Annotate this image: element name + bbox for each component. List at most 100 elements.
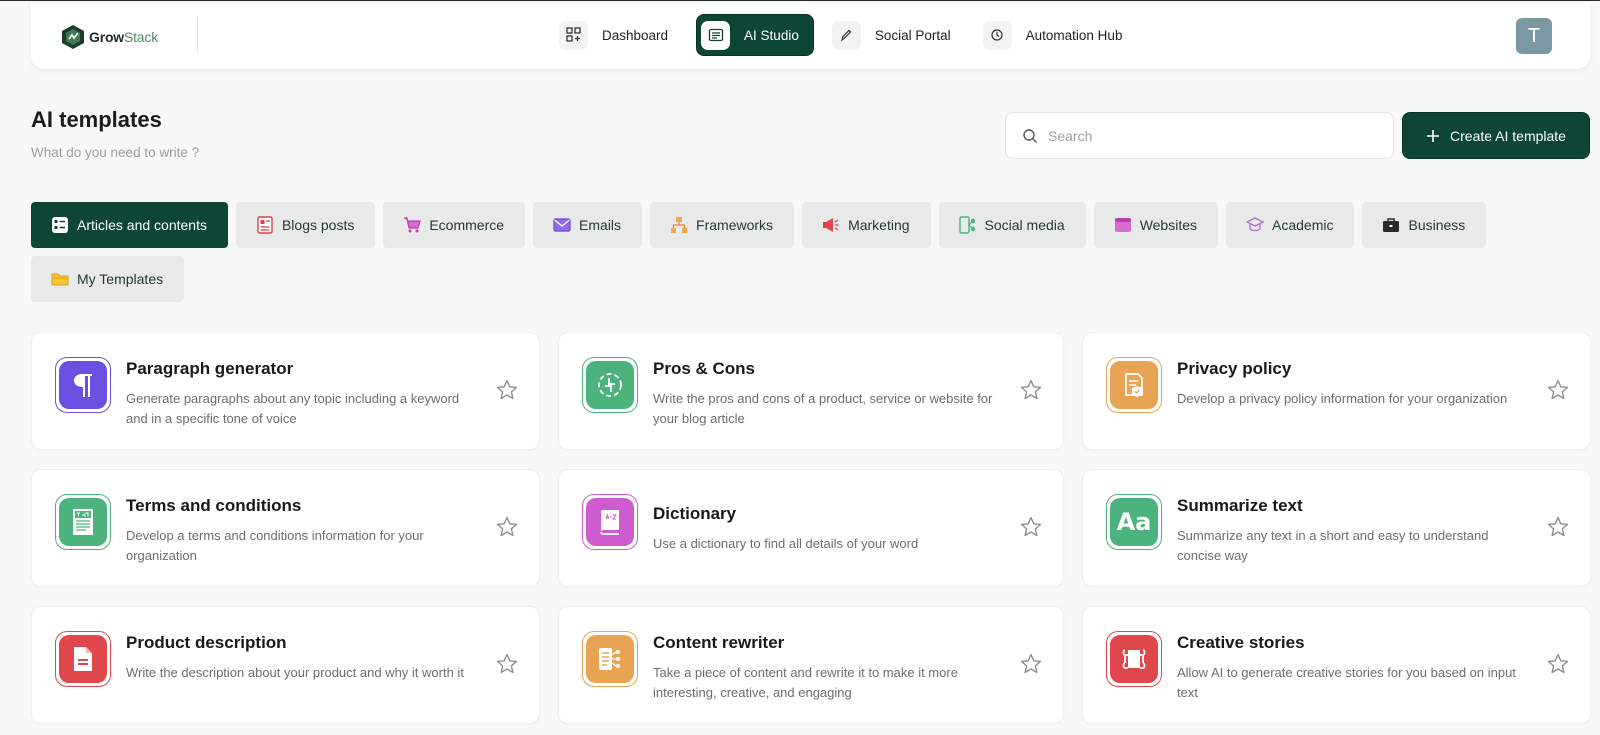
template-description: Write the description about your product… (126, 665, 464, 680)
search-input[interactable] (1048, 127, 1378, 144)
template-description: Generate paragraphs about any topic incl… (126, 391, 460, 426)
template-description: Use a dictionary to find all details of … (653, 536, 919, 551)
nav-ai-studio[interactable]: AI Studio (696, 14, 814, 56)
create-button-label: Create AI template (1450, 127, 1566, 144)
font-glyph: Aa (1116, 508, 1152, 536)
graduation-cap-icon (1246, 216, 1265, 234)
tab-articles-and-contents[interactable]: Articles and contents (31, 202, 228, 248)
document-shield-icon (1106, 357, 1162, 413)
star-icon[interactable] (1019, 378, 1043, 402)
star-icon[interactable] (1546, 652, 1570, 676)
template-card-summarize-text[interactable]: Aa Summarize text Summarize any text in … (1082, 469, 1591, 587)
dashboard-icon (559, 20, 588, 50)
tab-label: Websites (1139, 217, 1198, 233)
divider (197, 17, 198, 53)
social-icon (958, 216, 977, 234)
template-card-product-description[interactable]: Product description Write the descriptio… (31, 606, 540, 724)
tab-label: My Templates (77, 271, 164, 287)
template-title: Pros & Cons (653, 359, 756, 378)
star-icon[interactable] (1019, 515, 1043, 539)
tab-websites[interactable]: Websites (1093, 202, 1219, 248)
tab-label: Frameworks (696, 217, 774, 233)
megaphone-icon (822, 216, 840, 234)
template-title: Privacy policy (1177, 359, 1292, 378)
tab-label: Social media (984, 217, 1065, 233)
blog-icon (256, 216, 274, 234)
font-size-icon: Aa (1106, 494, 1162, 550)
growstack-logo-icon (62, 25, 84, 49)
template-title: Creative stories (1177, 633, 1305, 652)
template-description: Write the pros and cons of a product, se… (653, 391, 993, 426)
template-description: Allow AI to generate creative stories fo… (1177, 665, 1516, 700)
star-icon[interactable] (1546, 515, 1570, 539)
template-title: Paragraph generator (126, 359, 294, 378)
tab-label: Emails (579, 217, 622, 233)
tab-label: Ecommerce (429, 217, 505, 233)
create-ai-template-button[interactable]: Create AI template (1402, 112, 1590, 159)
briefcase-icon (1382, 216, 1400, 234)
nav-label: Dashboard (602, 27, 669, 43)
tab-marketing[interactable]: Marketing (802, 202, 931, 248)
template-title: Content rewriter (653, 633, 785, 652)
top-navbar: GrowStack Dashboard AI Studio Social Por… (31, 3, 1590, 69)
template-title: Terms and conditions (126, 496, 302, 515)
template-description: Develop a terms and conditions informati… (126, 528, 424, 563)
search-box (1005, 112, 1394, 159)
pen-icon (831, 20, 861, 50)
tab-label: Academic (1272, 217, 1334, 233)
tab-ecommerce[interactable]: Ecommerce (383, 202, 526, 248)
template-title: Product description (126, 633, 287, 652)
page-subtitle: What do you need to write ? (31, 145, 200, 160)
template-card-privacy-policy[interactable]: Privacy policy Develop a privacy policy … (1082, 332, 1591, 450)
tab-academic[interactable]: Academic (1226, 202, 1355, 248)
nav-label: Social Portal (874, 27, 951, 43)
browser-icon (1114, 216, 1132, 234)
ai-studio-icon (701, 20, 731, 50)
thumbs-icon (582, 357, 638, 413)
user-avatar[interactable]: T (1516, 18, 1552, 54)
star-icon[interactable] (1019, 652, 1043, 676)
tab-social-media[interactable]: Social media (938, 202, 1086, 248)
star-icon[interactable] (495, 378, 519, 402)
nav-dashboard[interactable]: Dashboard (555, 14, 682, 56)
template-title: Dictionary (653, 504, 737, 523)
nav-automation-hub[interactable]: Automation Hub (979, 14, 1137, 56)
category-tabs: Articles and contents Blogs posts Ecomme… (31, 202, 1571, 302)
folder-icon (51, 270, 69, 288)
page-title: AI templates (31, 107, 162, 132)
list-icon (51, 216, 69, 234)
templates-grid: Paragraph generator Generate paragraphs … (31, 332, 1591, 724)
tab-label: Blogs posts (281, 217, 355, 233)
template-card-terms-and-conditions[interactable]: Terms and conditions Develop a terms and… (31, 469, 540, 587)
template-card-pros-cons[interactable]: Pros & Cons Write the pros and cons of a… (558, 332, 1064, 450)
nav-social-portal[interactable]: Social Portal (828, 14, 965, 56)
template-card-content-rewriter[interactable]: Content rewriter Take a piece of content… (558, 606, 1064, 724)
logo[interactable]: GrowStack (61, 23, 158, 51)
template-card-paragraph-generator[interactable]: Paragraph generator Generate paragraphs … (31, 332, 540, 450)
tab-emails[interactable]: Emails (533, 202, 643, 248)
rewrite-icon (582, 631, 638, 687)
star-icon[interactable] (495, 652, 519, 676)
tab-my-templates[interactable]: My Templates (31, 256, 185, 302)
nav-label: AI Studio (744, 27, 799, 43)
tab-label: Marketing (848, 217, 910, 233)
tab-frameworks[interactable]: Frameworks (650, 202, 795, 248)
brand-name: GrowStack (89, 29, 158, 45)
template-card-creative-stories[interactable]: Creative stories Allow AI to generate cr… (1082, 606, 1591, 724)
tab-label: Business (1408, 217, 1466, 233)
paragraph-icon (55, 357, 111, 413)
search-icon (1023, 128, 1037, 143)
star-icon[interactable] (1546, 378, 1570, 402)
email-icon (553, 216, 571, 234)
template-description: Take a piece of content and rewrite it t… (653, 665, 958, 700)
file-icon (55, 631, 111, 687)
template-card-dictionary[interactable]: Dictionary Use a dictionary to find all … (558, 469, 1064, 587)
tab-label: Articles and contents (77, 217, 207, 233)
cart-icon (403, 216, 422, 234)
tab-blogs-posts[interactable]: Blogs posts (235, 202, 376, 248)
plus-icon (1427, 129, 1440, 142)
star-icon[interactable] (495, 515, 519, 539)
tab-business[interactable]: Business (1362, 202, 1487, 248)
template-title: Summarize text (1177, 496, 1303, 515)
nav-label: Automation Hub (1025, 27, 1123, 43)
